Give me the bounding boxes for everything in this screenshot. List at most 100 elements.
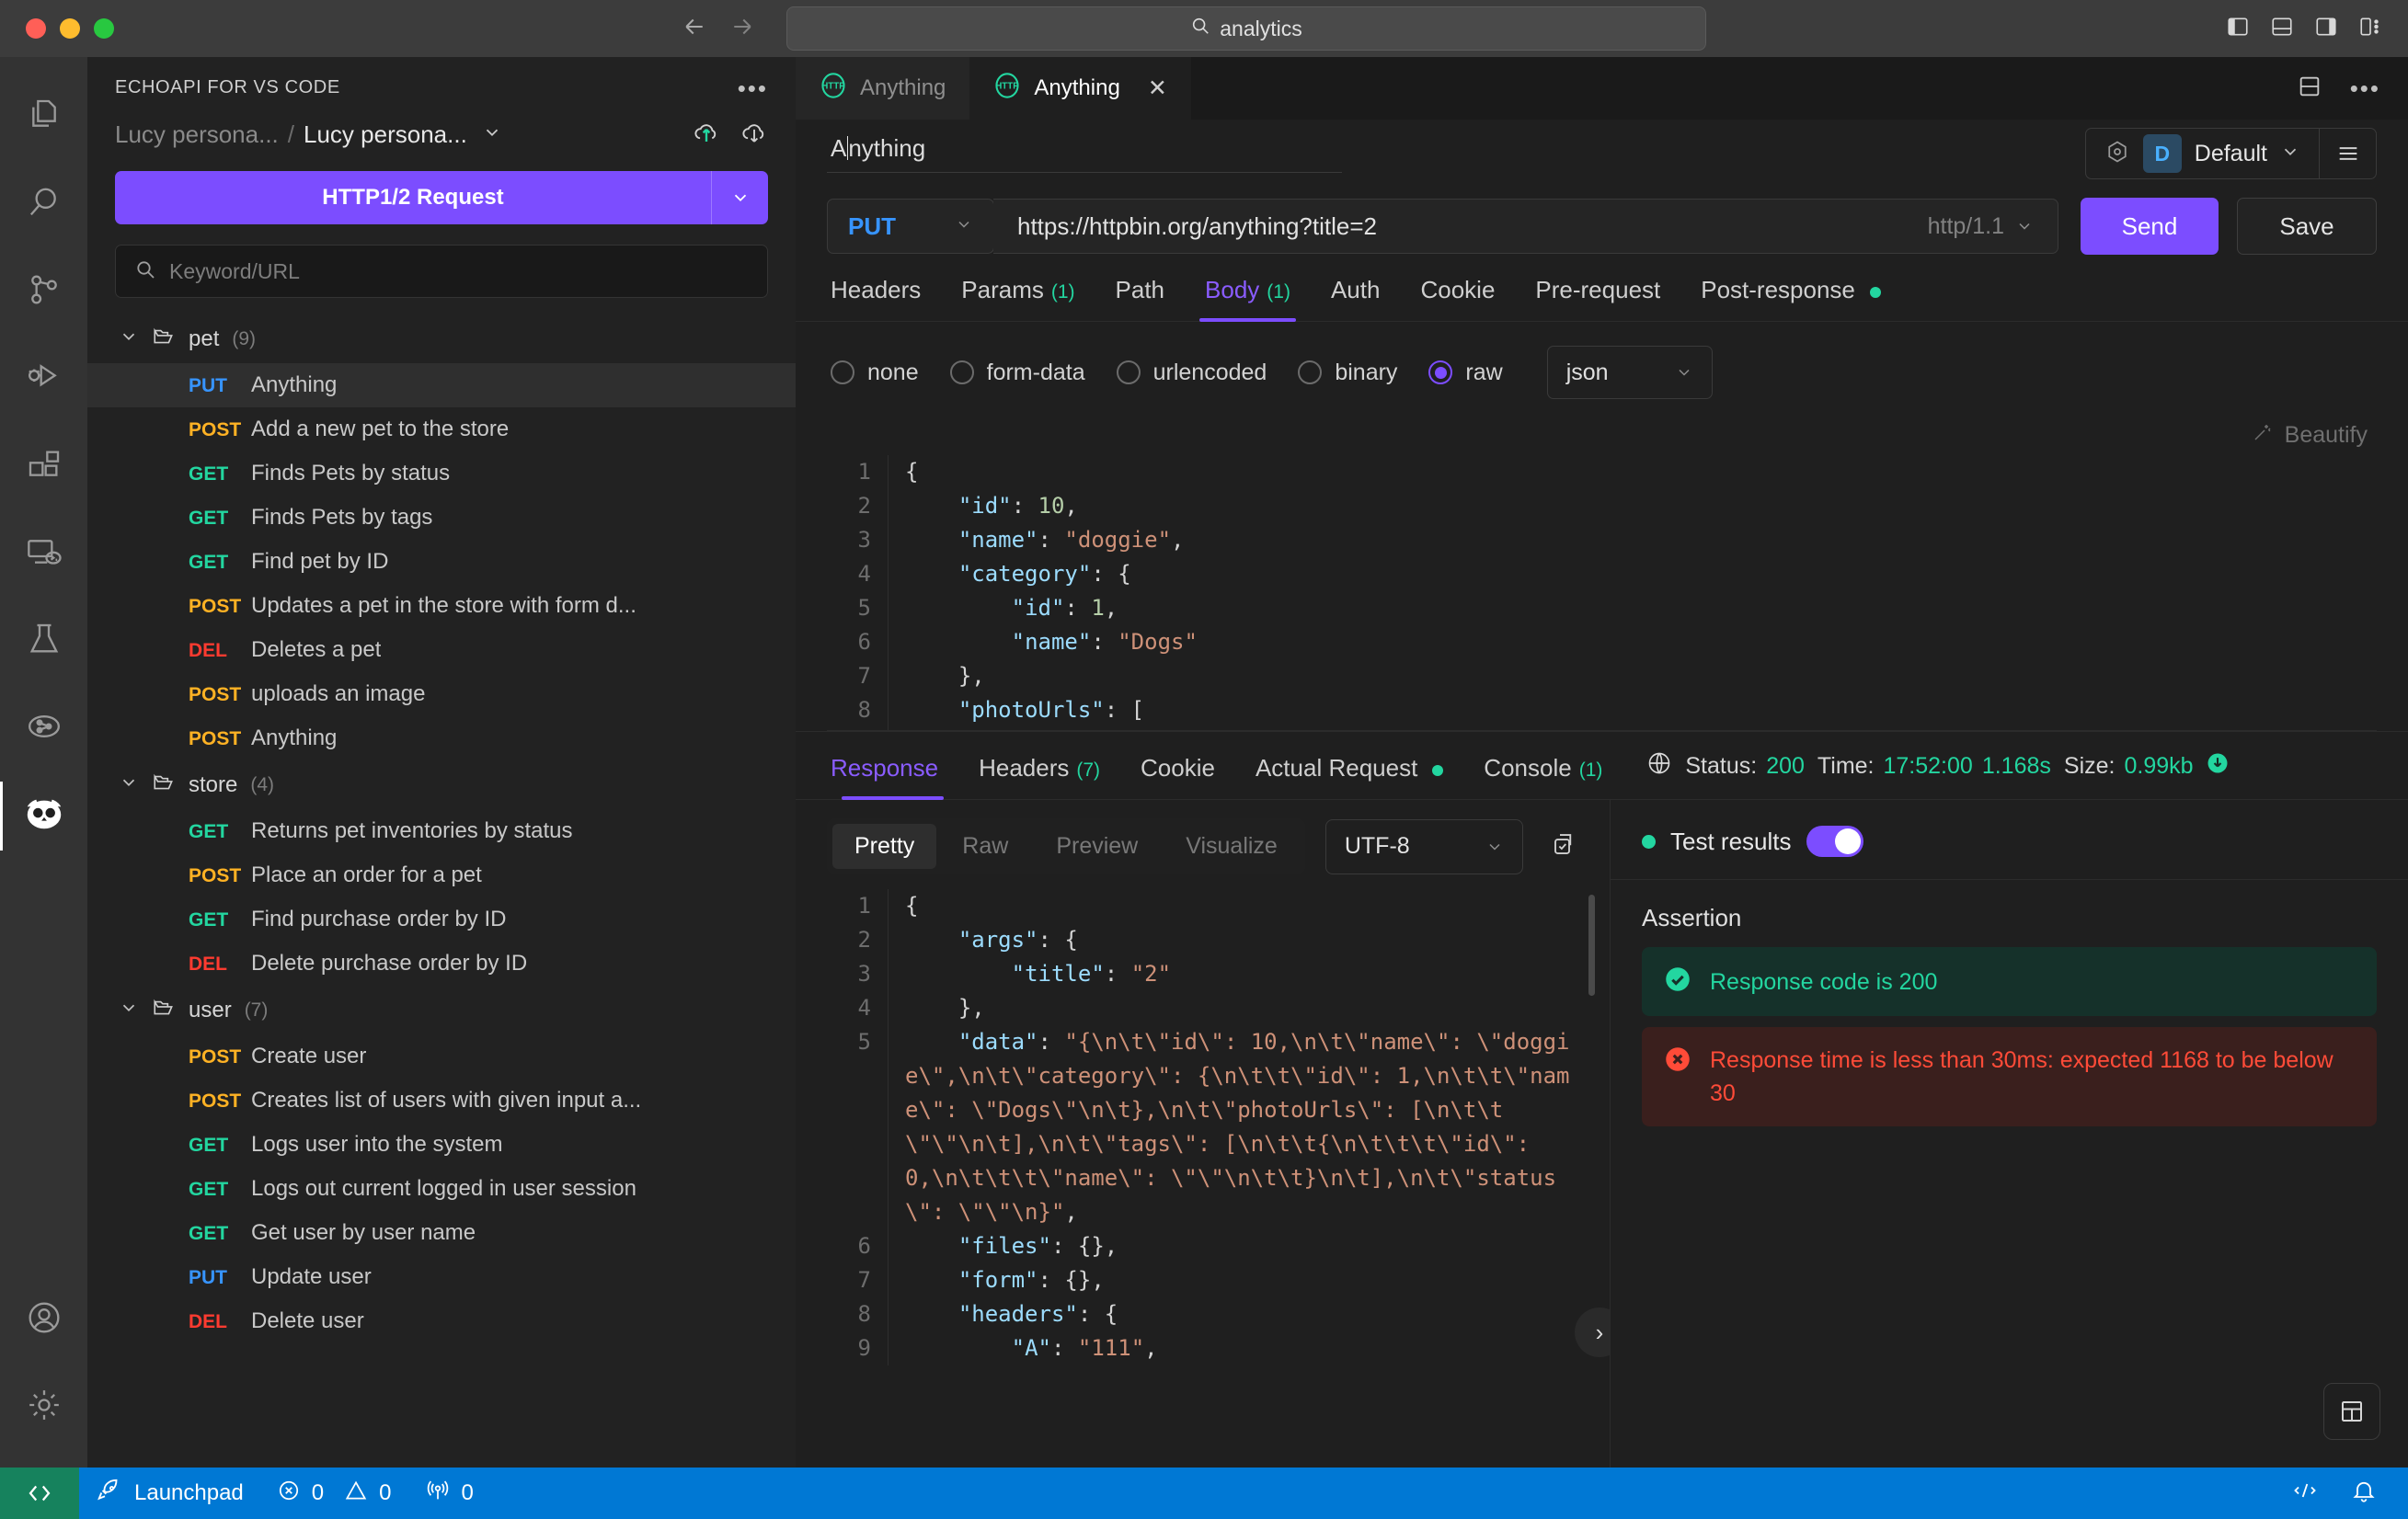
remote-window-icon[interactable] (0, 1468, 79, 1519)
chevron-down-icon[interactable] (482, 122, 502, 147)
ellipsis-icon[interactable]: ••• (738, 76, 768, 100)
activity-item-search[interactable] (0, 161, 87, 248)
activity-item-testing[interactable] (0, 598, 87, 685)
response-view-pretty[interactable]: Pretty (832, 824, 937, 869)
request-tab-pre-request[interactable]: Pre-request (1515, 276, 1680, 321)
copy-check-icon[interactable] (1551, 830, 1578, 862)
request-tab-cookie[interactable]: Cookie (1400, 276, 1515, 321)
maximize-window-button[interactable] (94, 18, 114, 39)
tree-request-item[interactable]: DEL Deletes a pet (87, 628, 796, 672)
cloud-upload-icon[interactable] (693, 119, 720, 151)
body-type-raw[interactable]: raw (1428, 360, 1503, 386)
tree-request-item[interactable]: POST uploads an image (87, 672, 796, 716)
tree-folder-store[interactable]: store (4) (87, 760, 796, 809)
chevron-right-icon[interactable]: › (1575, 1308, 1610, 1357)
tree-request-item[interactable]: POST Anything (87, 716, 796, 760)
response-scrollbar[interactable] (1588, 895, 1595, 996)
send-button[interactable]: Send (2081, 198, 2219, 255)
tree-request-item[interactable]: GET Find purchase order by ID (87, 897, 796, 942)
raw-format-selector[interactable]: json (1546, 346, 1713, 399)
bell-icon[interactable] (2351, 1478, 2377, 1510)
chevron-down-icon[interactable] (119, 998, 139, 1022)
test-results-toggle[interactable] (1806, 826, 1863, 857)
encoding-selector[interactable]: UTF-8 (1324, 818, 1523, 874)
body-type-urlencoded[interactable]: urlencoded (1116, 360, 1267, 386)
request-tab-auth[interactable]: Auth (1311, 276, 1401, 321)
tree-request-item[interactable]: GET Get user by user name (87, 1211, 796, 1255)
chevron-down-icon[interactable] (119, 772, 139, 797)
response-tab-headers[interactable]: Headers (7) (958, 754, 1120, 799)
response-view-raw[interactable]: Raw (940, 824, 1030, 869)
arrow-right-icon[interactable] (728, 13, 756, 45)
activity-item-extensions[interactable] (0, 423, 87, 510)
breadcrumb-current[interactable]: Lucy persona... (304, 120, 467, 149)
tree-request-item[interactable]: GET Returns pet inventories by status (87, 809, 796, 853)
close-window-button[interactable] (26, 18, 46, 39)
command-search-bar[interactable]: analytics (786, 6, 1706, 51)
tree-request-item[interactable]: GET Logs user into the system (87, 1123, 796, 1167)
response-view-visualize[interactable]: Visualize (1164, 824, 1300, 869)
environment-picker[interactable]: D Default (2086, 129, 2319, 178)
sidebar-search[interactable] (115, 245, 768, 298)
close-icon[interactable]: ✕ (1148, 74, 1167, 102)
chevron-down-icon[interactable] (119, 326, 139, 351)
request-tab-path[interactable]: Path (1095, 276, 1186, 321)
activity-item-echoapi[interactable] (0, 772, 87, 860)
minimize-window-button[interactable] (60, 18, 80, 39)
request-name-field[interactable]: Anything (827, 134, 1342, 173)
cloud-download-icon[interactable] (740, 119, 768, 151)
response-tab-response[interactable]: Response (827, 754, 958, 800)
launchpad-button[interactable]: Launchpad (79, 1468, 260, 1519)
activity-item-settings[interactable] (0, 1364, 87, 1451)
search-input[interactable] (169, 258, 749, 284)
toggle-primary-sidebar-icon[interactable] (2226, 15, 2250, 43)
tree-request-item[interactable]: GET Logs out current logged in user sessi… (87, 1167, 796, 1211)
activity-item-account[interactable] (0, 1276, 87, 1364)
hamburger-menu-icon[interactable] (2319, 129, 2376, 178)
tree-request-item[interactable]: POST Creates list of users with given inp… (87, 1079, 796, 1123)
request-tab-body[interactable]: Body (1) (1185, 276, 1311, 322)
split-editor-icon[interactable] (2297, 74, 2322, 104)
tree-request-item[interactable]: DEL Delete user (87, 1299, 796, 1343)
activity-item-explorer[interactable] (0, 74, 87, 161)
activity-item-source-control[interactable] (0, 248, 87, 336)
problems-button[interactable]: 0 0 (260, 1468, 408, 1519)
chevron-down-icon[interactable] (711, 171, 768, 224)
beautify-button[interactable]: Beautify (2252, 421, 2368, 450)
http-version-selector[interactable]: http/1.1 (1928, 213, 2034, 240)
request-tab-headers[interactable]: Headers (827, 276, 941, 321)
response-code-area[interactable]: 1 2 3 4 5 6 7 8 9 { "args": { "title": "2" }, "d… (796, 889, 1610, 1468)
editor-layout-icon[interactable] (2292, 1478, 2318, 1510)
tree-folder-pet[interactable]: pet (9) (87, 314, 796, 363)
tree-request-item[interactable]: POST Updates a pet in the store with form… (87, 584, 796, 628)
response-tab-console[interactable]: Console (1) (1463, 754, 1623, 799)
editor-tab-anything-2[interactable]: HTTP Anything ✕ (969, 57, 1191, 120)
download-circle-icon[interactable] (2205, 750, 2230, 782)
url-field[interactable]: https://httpbin.org/anything?title=2 htt… (993, 199, 2058, 254)
body-type-none[interactable]: none (831, 360, 919, 386)
tree-request-item[interactable]: POST Create user (87, 1034, 796, 1079)
activity-item-remote-explorer[interactable] (0, 510, 87, 598)
response-tab-cookie[interactable]: Cookie (1120, 754, 1235, 799)
arrow-left-icon[interactable] (681, 13, 708, 45)
body-type-form-data[interactable]: form-data (949, 360, 1085, 386)
body-type-binary[interactable]: binary (1298, 360, 1397, 386)
tree-request-item[interactable]: POST Place an order for a pet (87, 853, 796, 897)
customize-layout-icon[interactable] (2358, 15, 2382, 43)
tree-request-item[interactable]: GET Find pet by ID (87, 540, 796, 584)
activity-item-graph[interactable] (0, 685, 87, 772)
response-view-preview[interactable]: Preview (1034, 824, 1160, 869)
tree-request-item[interactable]: PUT Anything (87, 363, 796, 407)
request-tab-post-response[interactable]: Post-response (1680, 276, 1901, 321)
toggle-panel-icon[interactable] (2270, 15, 2294, 43)
breadcrumb-parent[interactable]: Lucy persona... (115, 120, 279, 149)
tree-request-item[interactable]: GET Finds Pets by status (87, 451, 796, 496)
tree-request-item[interactable]: DEL Delete purchase order by ID (87, 942, 796, 986)
editor-tab-anything-1[interactable]: HTTP Anything (796, 57, 970, 120)
tree-request-item[interactable]: PUT Update user (87, 1255, 796, 1299)
tree-request-item[interactable]: GET Finds Pets by tags (87, 496, 796, 540)
request-body-editor[interactable]: 1 2 3 4 5 6 7 8 9 { "id": 10, "name": "doggie", … (827, 455, 2377, 731)
response-tab-actual-request[interactable]: Actual Request (1235, 754, 1463, 799)
http-method-selector[interactable]: PUT (827, 199, 994, 254)
tree-request-item[interactable]: POST Add a new pet to the store (87, 407, 796, 451)
